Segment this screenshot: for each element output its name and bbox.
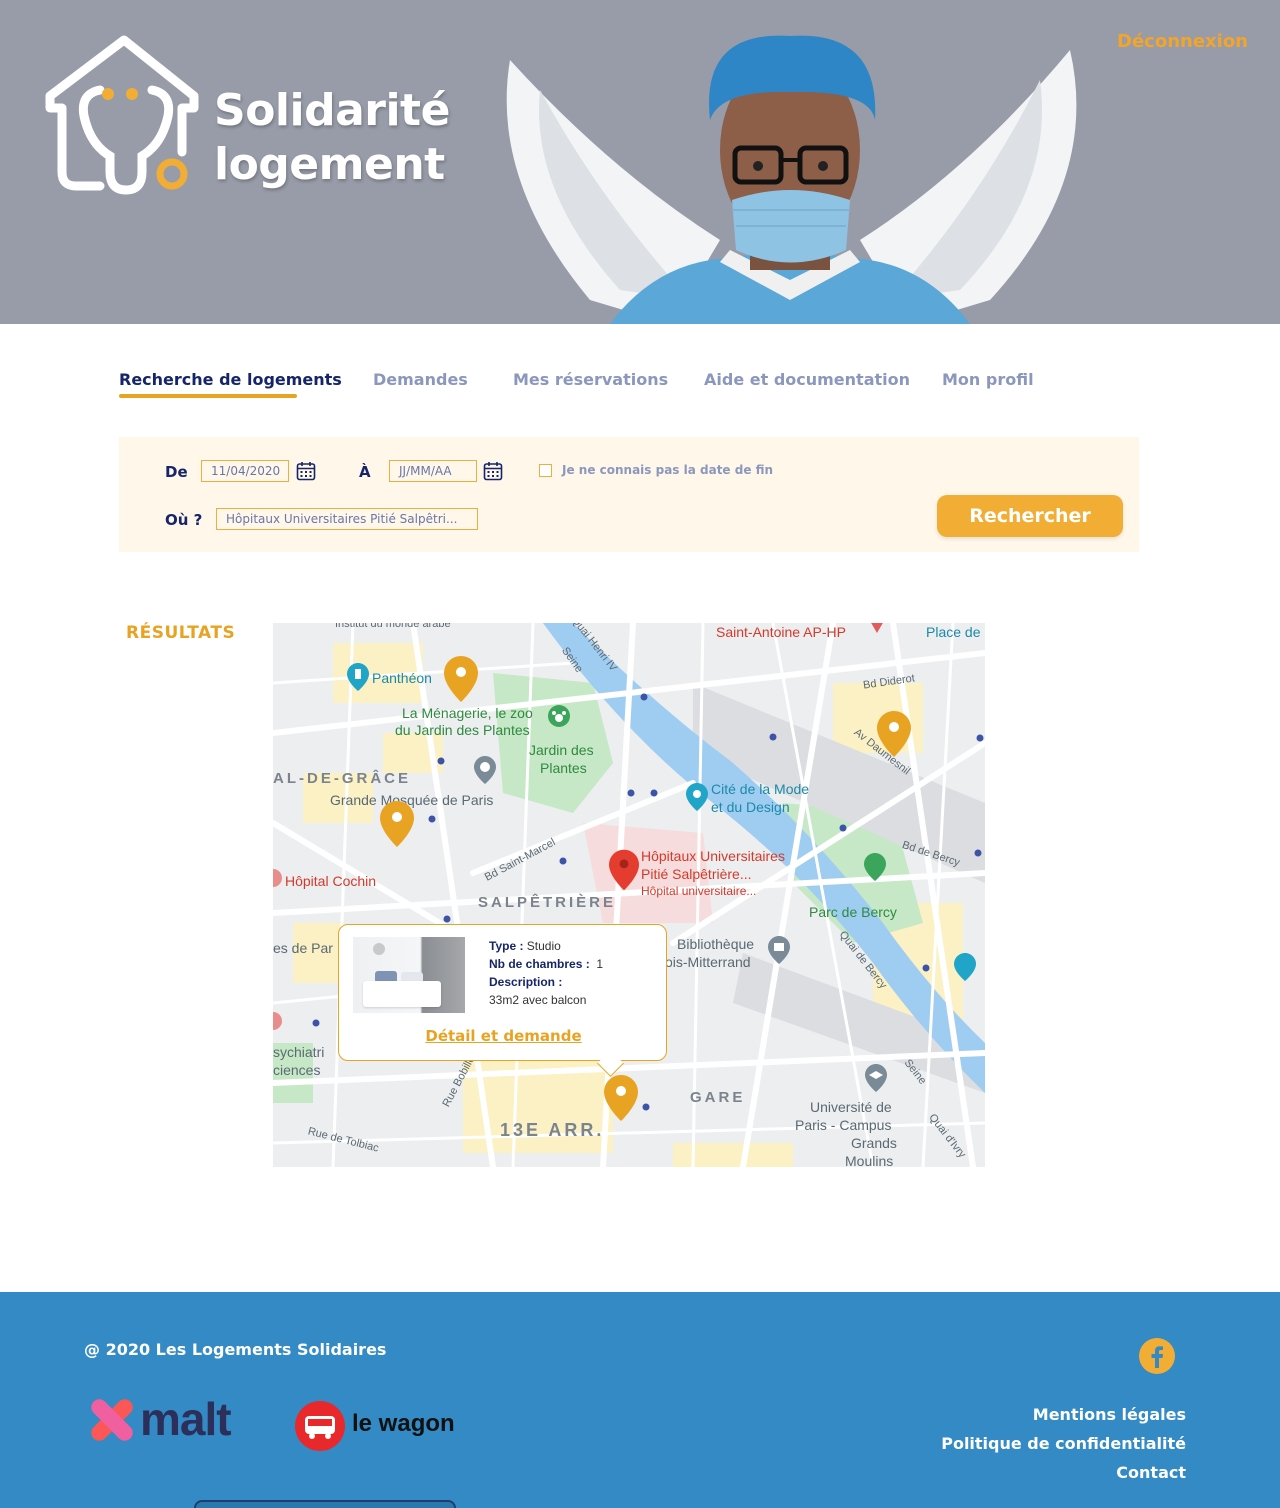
map-label: et du Design <box>711 799 790 815</box>
results-map[interactable]: Institut du monde arabe Saint-Antoine AP… <box>273 623 985 1167</box>
active-tab-indicator <box>119 394 297 398</box>
school-icon <box>954 953 976 981</box>
from-date-field[interactable]: 11/04/2020 <box>201 460 289 482</box>
map-label: 13E ARR. <box>500 1120 605 1140</box>
brand-line-1: Solidarité <box>214 85 450 136</box>
map-label: Pitié Salpêtrière... <box>641 866 752 882</box>
results-title: RÉSULTATS <box>126 623 236 643</box>
result-pin[interactable] <box>380 801 414 847</box>
listing-photo[interactable] <box>353 937 465 1013</box>
logo[interactable]: Solidarité logement <box>44 34 454 204</box>
listing-popup: Type : Studio Nb de chambres : 1 Descrip… <box>338 924 667 1061</box>
map-label: Bibliothèque <box>677 936 755 952</box>
hospital-pin[interactable] <box>609 849 639 891</box>
to-date-field[interactable]: JJ/MM/AA <box>389 460 477 482</box>
map-label: Hôpital universitaire... <box>641 884 757 898</box>
map-label: Jardin des <box>529 742 594 758</box>
map-label: Grands <box>851 1135 897 1151</box>
footer-links: Mentions légales Politique de confidenti… <box>941 1400 1186 1487</box>
listing-info: Type : Studio Nb de chambres : 1 Descrip… <box>489 937 603 1009</box>
library-icon[interactable] <box>768 936 790 964</box>
detail-request-link[interactable]: Détail et demande <box>339 1027 668 1045</box>
map-label: Moulins <box>845 1153 894 1167</box>
map-label: Plantes <box>540 760 587 776</box>
footer-button[interactable] <box>194 1500 456 1508</box>
brand-title: Solidarité logement <box>214 84 450 192</box>
to-label: À <box>359 463 371 481</box>
malt-logo-mark-icon <box>91 1399 133 1441</box>
privacy-policy-link[interactable]: Politique de confidentialité <box>941 1429 1186 1458</box>
map-label: Cité de la Mode <box>711 781 810 797</box>
map-label: SALPÊTRIÈRE <box>478 894 617 911</box>
mosque-icon[interactable] <box>474 756 496 784</box>
from-label: De <box>165 463 188 481</box>
house-stethoscope-icon <box>45 35 199 195</box>
map-label: Paris - Campus <box>795 1117 892 1133</box>
footer: @ 2020 Les Logements Solidaires malt le … <box>0 1292 1280 1508</box>
lewagon-bus-icon <box>295 1401 345 1451</box>
tab-mon-profil[interactable]: Mon profil <box>942 370 1034 389</box>
calendar-icon[interactable] <box>483 461 503 481</box>
malt-logo[interactable]: malt <box>84 1392 232 1452</box>
legal-notice-link[interactable]: Mentions légales <box>941 1400 1186 1429</box>
contact-link[interactable]: Contact <box>941 1458 1186 1487</box>
where-label: Où ? <box>165 511 203 529</box>
hero-nurse-illustration <box>506 35 1077 324</box>
map-label: Université de <box>810 1099 892 1115</box>
map-label: Place de <box>926 624 981 640</box>
map-label: sychiatri <box>273 1044 325 1060</box>
zoo-icon[interactable] <box>547 704 571 728</box>
map-label: es de Par <box>273 940 333 956</box>
map-label: Parc de Bercy <box>809 904 897 920</box>
result-pin-selected[interactable] <box>604 1075 638 1121</box>
hospital-marker-icon <box>871 623 883 633</box>
museum-icon[interactable] <box>686 783 708 811</box>
university-icon[interactable] <box>865 1064 887 1092</box>
tab-demandes[interactable]: Demandes <box>373 370 468 389</box>
type-label: Type : <box>489 939 524 953</box>
map-label: ois-Mitterrand <box>665 954 751 970</box>
park-icon <box>864 853 886 881</box>
map-label: GARE <box>690 1089 746 1106</box>
brand-line-2: logement <box>214 139 445 190</box>
rooms-label: Nb de chambres : <box>489 957 590 971</box>
map-label: Hôpitaux Universitaires <box>641 848 785 864</box>
calendar-icon[interactable] <box>296 461 316 481</box>
type-value: Studio <box>526 939 561 953</box>
rooms-value: 1 <box>596 957 604 971</box>
tab-mes-reservations[interactable]: Mes réservations <box>513 370 668 389</box>
malt-wordmark: malt <box>140 1393 232 1445</box>
map-label: du Jardin des Plantes <box>395 722 530 738</box>
unknown-end-date-checkbox[interactable] <box>539 464 552 477</box>
copyright: @ 2020 Les Logements Solidaires <box>84 1340 387 1359</box>
map-label: ciences <box>273 1062 321 1078</box>
map-label: AL-DE-GRÂCE <box>273 770 411 787</box>
description-label: Description : <box>489 975 563 989</box>
lewagon-wordmark: le wagon <box>352 1410 455 1437</box>
result-pin[interactable] <box>877 711 911 757</box>
monument-icon[interactable] <box>347 663 369 691</box>
map-label: La Ménagerie, le zoo <box>402 705 533 721</box>
description-value: 33m2 avec balcon <box>489 993 587 1007</box>
lewagon-logo[interactable]: le wagon <box>294 1400 455 1456</box>
tab-aide-documentation[interactable]: Aide et documentation <box>704 370 910 389</box>
search-panel: De 11/04/2020 À JJ/MM/AA Je ne connais p… <box>119 437 1139 552</box>
location-field[interactable]: Hôpitaux Universitaires Pitié Salpêtri..… <box>216 508 478 530</box>
map-label: Saint-Antoine AP-HP <box>716 624 846 640</box>
search-button[interactable]: Rechercher <box>937 495 1123 537</box>
map-label: Hôpital Cochin <box>285 873 377 889</box>
map-label: Institut du monde arabe <box>335 623 451 630</box>
header-banner: Solidarité logement Déconnexion <box>0 0 1280 324</box>
logout-link[interactable]: Déconnexion <box>1117 31 1248 52</box>
map-label: Panthéon <box>372 670 432 686</box>
unknown-end-date-label: Je ne connais pas la date de fin <box>562 463 774 477</box>
facebook-icon[interactable] <box>1138 1337 1176 1375</box>
tab-recherche-logements[interactable]: Recherche de logements <box>119 370 342 389</box>
result-pin[interactable] <box>444 656 478 702</box>
